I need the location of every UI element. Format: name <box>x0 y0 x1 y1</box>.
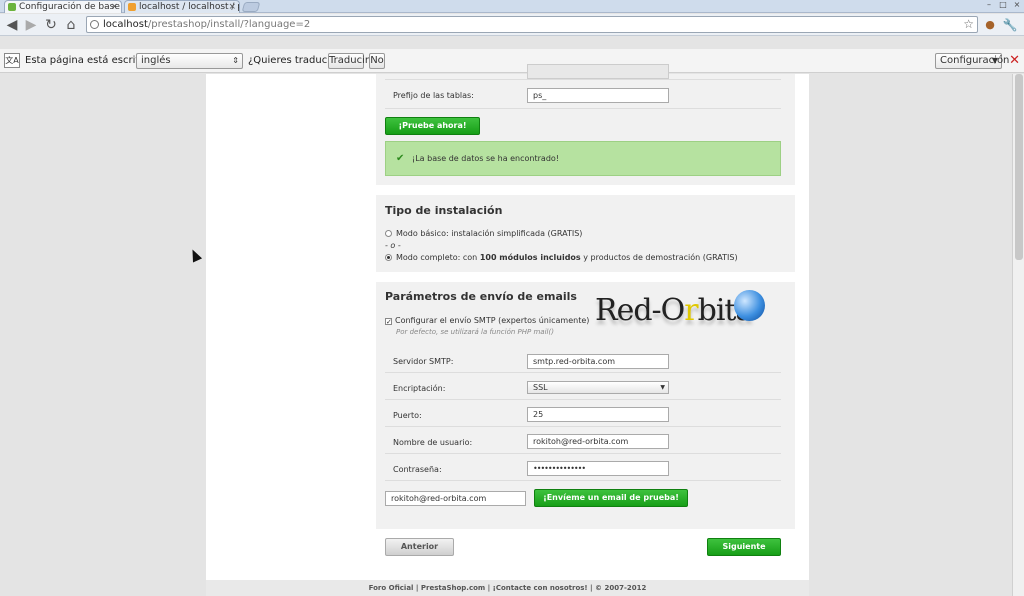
page-info-icon <box>90 20 99 29</box>
chevron-down-icon: ▼ <box>991 56 998 65</box>
tab-phpmyadmin[interactable]: localhost / localhost / p × <box>124 0 240 13</box>
translate-config-button[interactable]: Configuración ▼ <box>935 53 1009 69</box>
logo-text-part-2: r <box>684 293 698 328</box>
select-arrows-icon: ⇕ <box>232 56 239 65</box>
address-bar[interactable]: localhost/prestashop/install/?language=2… <box>86 16 978 33</box>
language-value: inglés <box>141 55 171 66</box>
basic-mode-label: Modo básico: instalación simplificada (G… <box>396 229 583 238</box>
navigation-bar: ◀ ▶ ↻ ⌂ localhost/prestashop/install/?la… <box>0 14 1024 36</box>
full-mode-radio[interactable]: Modo completo: con 100 módulos incluidos… <box>385 253 738 262</box>
home-icon[interactable]: ⌂ <box>63 17 79 33</box>
install-type-title: Tipo de instalación <box>385 204 503 217</box>
translate-bar: 文A Esta página está escrita en inglés ⇕ … <box>0 49 1024 73</box>
close-window-icon[interactable]: × <box>1010 0 1024 9</box>
new-tab-button[interactable] <box>241 2 261 12</box>
send-test-email-button[interactable]: ¡Envíeme un email de prueba! <box>534 489 688 507</box>
smtp-checkbox-row[interactable]: ✓ Configurar el envío SMTP (expertos únic… <box>385 316 590 326</box>
next-button[interactable]: Siguiente <box>707 538 781 556</box>
scrollbar-thumb[interactable] <box>1015 74 1023 260</box>
test-database-button[interactable]: ¡Pruebe ahora! <box>385 117 480 135</box>
smtp-checkbox-label: Configurar el envío SMTP (expertos única… <box>395 316 590 325</box>
url-host: localhost <box>103 19 148 30</box>
logo-text-part-1: Red-O <box>595 293 685 328</box>
database-section: Prefijo de las tablas: ps_ ¡Pruebe ahora… <box>376 64 795 185</box>
full-mode-label-bold: 100 módulos incluidos <box>479 253 581 262</box>
dropdown-arrow-icon: ▼ <box>660 384 665 391</box>
forward-icon[interactable]: ▶ <box>23 17 39 33</box>
checkmark-icon: ✔ <box>396 153 405 164</box>
close-tab-icon[interactable]: × <box>228 1 236 13</box>
install-page: Prefijo de las tablas: ps_ ¡Pruebe ahora… <box>206 64 809 580</box>
mode-separator: - o - <box>385 241 401 250</box>
smtp-server-label: Servidor SMTP: <box>393 357 454 366</box>
phpmyadmin-favicon-icon <box>128 3 136 11</box>
test-email-input[interactable]: rokitoh@red-orbita.com <box>385 491 526 506</box>
language-select[interactable]: inglés ⇕ <box>136 53 243 69</box>
globe-icon <box>734 290 765 321</box>
username-label: Nombre de usuario: <box>393 438 473 447</box>
smtp-server-row: Servidor SMTP: smtp.red-orbita.com <box>385 346 781 373</box>
port-row: Puerto: 25 <box>385 400 781 427</box>
bookmark-star-icon[interactable]: ☆ <box>963 17 974 32</box>
port-input[interactable]: 25 <box>527 407 669 422</box>
encryption-value: SSL <box>533 383 548 392</box>
table-prefix-row: Prefijo de las tablas: ps_ <box>385 80 781 109</box>
full-mode-label-start: Modo completo: con <box>396 253 478 262</box>
translate-button[interactable]: Traducir <box>328 53 369 69</box>
back-icon[interactable]: ◀ <box>4 17 20 33</box>
no-translate-button[interactable]: No <box>369 53 385 69</box>
port-label: Puerto: <box>393 411 422 420</box>
smtp-server-input[interactable]: smtp.red-orbita.com <box>527 354 669 369</box>
previous-button[interactable]: Anterior <box>385 538 454 556</box>
password-input[interactable]: •••••••••••••• <box>527 461 669 476</box>
page-footer[interactable]: Foro Oficial | PrestaShop.com | ¡Contact… <box>206 580 809 596</box>
table-prefix-label: Prefijo de las tablas: <box>393 91 474 100</box>
logo-text: Red-Orbita <box>595 293 753 328</box>
email-section: Parámetros de envío de emails ✓ Configura… <box>376 282 795 529</box>
radio-basic[interactable] <box>385 230 392 237</box>
close-translate-bar-icon[interactable]: ✕ <box>1009 53 1020 68</box>
username-row: Nombre de usuario: rokitoh@red-orbita.co… <box>385 427 781 454</box>
minimize-icon[interactable]: – <box>982 0 996 9</box>
database-success-message: ✔ ¡La base de datos se ha encontrado! <box>385 141 781 176</box>
tab-title: Configuración de base <box>19 2 120 12</box>
full-mode-label-end: y productos de demostración (GRATIS) <box>583 253 738 262</box>
smtp-hint: Por defecto, se utilizará la función PHP… <box>396 328 554 336</box>
basic-mode-radio[interactable]: Modo básico: instalación simplificada (G… <box>385 229 582 238</box>
table-prefix-input[interactable]: ps_ <box>527 88 669 103</box>
install-type-section: Tipo de instalación Modo básico: instala… <box>376 195 795 272</box>
url-path: /prestashop/install/?language=2 <box>147 19 311 30</box>
password-row: Contraseña: •••••••••••••• <box>385 454 781 481</box>
encryption-label: Encriptación: <box>393 384 446 393</box>
translate-icon: 文A <box>4 53 20 68</box>
extension-icon[interactable]: ● <box>982 17 998 33</box>
password-label: Contraseña: <box>393 465 442 474</box>
encryption-select[interactable]: SSL ▼ <box>527 381 669 394</box>
success-text: ¡La base de datos se ha encontrado! <box>412 154 559 163</box>
username-input[interactable]: rokitoh@red-orbita.com <box>527 434 669 449</box>
wrench-menu-icon[interactable]: 🔧 <box>1002 17 1018 33</box>
tab-title: localhost / localhost / p <box>139 2 240 12</box>
close-tab-icon[interactable]: × <box>110 1 118 13</box>
config-label: Configuración <box>940 55 1010 66</box>
prestashop-favicon-icon <box>8 3 16 11</box>
reload-icon[interactable]: ↻ <box>43 17 59 33</box>
red-orbita-logo: Red-Orbita <box>595 290 767 334</box>
scrollbar[interactable] <box>1012 74 1024 596</box>
smtp-checkbox[interactable]: ✓ <box>385 318 392 326</box>
maximize-icon[interactable]: □ <box>996 0 1010 9</box>
tab-configuracion[interactable]: Configuración de base × <box>4 0 122 13</box>
radio-full[interactable] <box>385 254 392 261</box>
mouse-cursor-icon <box>187 247 203 263</box>
partial-input[interactable] <box>527 64 669 79</box>
encryption-row: Encriptación: SSL ▼ <box>385 373 781 400</box>
tab-bar: Configuración de base × localhost / loca… <box>0 0 1024 13</box>
email-title: Parámetros de envío de emails <box>385 290 577 303</box>
